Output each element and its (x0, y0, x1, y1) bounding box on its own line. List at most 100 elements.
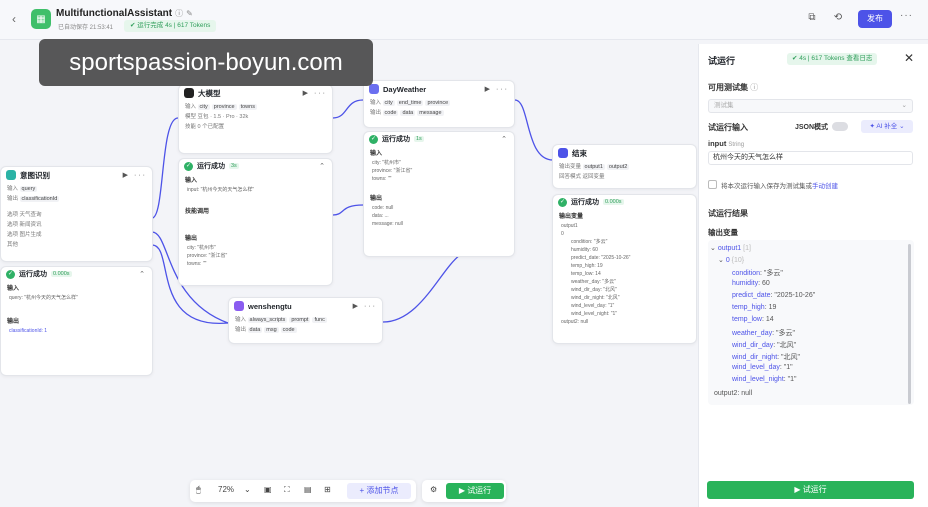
code-line: condition: "多云" (571, 239, 608, 245)
history-icon[interactable]: ⟲ (831, 12, 845, 26)
json-mode-toggle[interactable] (832, 122, 848, 131)
output-field-row: weather_day: "多云" (732, 330, 795, 337)
field-key: wind_dir_night (732, 354, 778, 361)
node-end[interactable]: 结束 输出变量 output1 output2 回答模式 返回变量 (552, 144, 697, 189)
row-label: 输入 (7, 186, 19, 192)
output1-index[interactable]: ⌄ 0 {10} (718, 256, 744, 264)
input-field[interactable]: 杭州今天的天气怎么样 (708, 151, 913, 165)
section-label: 输入 (370, 151, 383, 157)
section-label: 技能调用 (185, 209, 210, 215)
layout-icon[interactable]: ⊞ (324, 485, 331, 494)
chevron-down-icon[interactable]: ⌄ (244, 485, 251, 494)
code-line: wind_dir_night: "北风" (571, 295, 620, 301)
save-as-testset-checkbox[interactable] (708, 180, 717, 189)
llm-icon (184, 88, 194, 98)
field-tag: city (382, 100, 395, 106)
model-name: 豆包 · 1.5 · Pro · 32k (197, 114, 249, 120)
field-tag: province (211, 104, 237, 110)
copy-icon[interactable]: ⧉ (805, 12, 819, 26)
scrollbar[interactable] (908, 244, 911, 404)
field-value: 19 (768, 304, 777, 311)
row-label: 输出 (370, 110, 382, 116)
end-icon (558, 148, 568, 158)
mouse-mode-icon[interactable]: 🖱 (196, 485, 201, 495)
output-field-row: humidity: 60 (732, 280, 770, 287)
field-tag: message (417, 110, 444, 116)
publish-button[interactable]: 发布 (858, 10, 892, 28)
field-value: "北风" (777, 342, 797, 349)
field-tag: towns (238, 104, 257, 110)
fit-view-icon[interactable]: ⛶ (284, 485, 290, 495)
section-label: 输出变量 (559, 214, 584, 220)
field-tag: classificationId (19, 196, 60, 202)
code-line: code: null (372, 205, 394, 211)
option: 天气查询 (19, 212, 42, 218)
collapse-icon[interactable]: ⌃ (501, 135, 509, 143)
node-title: wenshengtu (248, 301, 292, 311)
run-test-button[interactable]: ▶ 试运行 (707, 481, 914, 499)
code-line: city: "杭州市" (372, 160, 401, 166)
minimap-icon[interactable]: ▣ (264, 485, 272, 494)
row-label: 选项 (7, 232, 19, 238)
app-title: MultifunctionalAssistant ⓘ ✎ (56, 8, 193, 19)
run-status-badge: ✔ 运行完成 4s | 617 Tokens (124, 20, 217, 32)
field-key: wind_dir_day (732, 342, 774, 349)
code-line: towns: "" (372, 176, 392, 182)
field-tag: query (19, 186, 38, 192)
info-icon[interactable]: ⓘ (175, 9, 183, 18)
field-value: "多云" (763, 270, 783, 277)
field-tag: code (382, 110, 399, 116)
node-controls[interactable]: ▶ ··· (353, 302, 377, 310)
node-title: 大模型 (198, 88, 221, 98)
output-field-row: wind_dir_day: "北风" (732, 342, 797, 349)
more-icon[interactable]: ··· (900, 10, 913, 21)
code-line: data: ... (372, 213, 389, 219)
code-line: wind_level_day: "1" (571, 303, 615, 309)
result-title: 运行成功 (571, 199, 599, 206)
time-badge: 0.000s (51, 271, 72, 277)
manual-create-link[interactable]: 手动创建 (812, 183, 838, 190)
node-llm[interactable]: 大模型 ▶ ··· 输入 city province towns 模型 豆包 · 1.… (178, 84, 333, 154)
output1-key[interactable]: ⌄ output1 [1] (710, 244, 751, 252)
field-value: 14 (765, 316, 774, 323)
close-icon[interactable]: ✕ (904, 51, 914, 65)
node-controls[interactable]: ▶ ··· (123, 171, 147, 179)
tokens-badge[interactable]: ✔ 4s | 617 Tokens 查看日志 (787, 53, 878, 65)
image-icon[interactable]: ▤ (304, 485, 312, 494)
collapse-icon[interactable]: ⌃ (319, 162, 327, 170)
node-controls[interactable]: ▶ ··· (485, 85, 509, 93)
output-viewer: ⌄ output1 [1] ⌄ 0 {10} condition: "多云" hu… (708, 240, 914, 405)
field-key: temp_high (732, 304, 765, 311)
field-key: humidity (732, 280, 759, 287)
node-dayweather[interactable]: DayWeather ▶ ··· 输入 city end_time province … (363, 80, 515, 128)
result-title: 运行成功 (197, 163, 225, 170)
debug-icon[interactable]: ⚙ (430, 485, 437, 494)
row-label: 模型 (185, 114, 197, 120)
intent-icon (6, 170, 16, 180)
saved-status: 已自动保存 21:53:41 (58, 25, 114, 31)
edit-icon[interactable]: ✎ (186, 9, 193, 18)
canvas-run-button[interactable]: ▶ 试运行 (446, 483, 504, 499)
node-intent[interactable]: 意图识别 ▶ ··· 输入 query 输出 classificationId 选… (0, 166, 153, 262)
output2-line: output2: null (714, 390, 753, 397)
code-line: output2: null (561, 319, 589, 325)
field-value: 60 (761, 280, 770, 287)
node-wenshengtu[interactable]: wenshengtu ▶ ··· 输入 always_scripts prompt f… (228, 297, 383, 344)
row-label: 输出 (235, 327, 247, 333)
field-key: temp_low (732, 316, 762, 323)
output-field-row: temp_high: 19 (732, 304, 777, 311)
back-icon[interactable]: ‹ (12, 12, 16, 26)
field-tag: data (247, 327, 263, 333)
node-controls[interactable]: ▶ ··· (303, 89, 327, 97)
dataset-select[interactable]: 测试集 ⌄ (708, 99, 913, 113)
ai-fill-button[interactable]: ✦ AI 补全 ⌄ (861, 120, 913, 133)
collapse-icon[interactable]: ⌃ (139, 270, 147, 278)
field-key: wind_level_night (732, 376, 784, 383)
node-title: DayWeather (383, 84, 427, 94)
option: 图片生成 (19, 232, 42, 238)
row-label: 输出 (7, 196, 19, 202)
add-node-button[interactable]: + 添加节点 (347, 483, 411, 499)
row-label: 输出变量 (559, 164, 582, 170)
zoom-level[interactable]: 72% (218, 485, 234, 494)
success-icon: ✓ (6, 269, 15, 279)
